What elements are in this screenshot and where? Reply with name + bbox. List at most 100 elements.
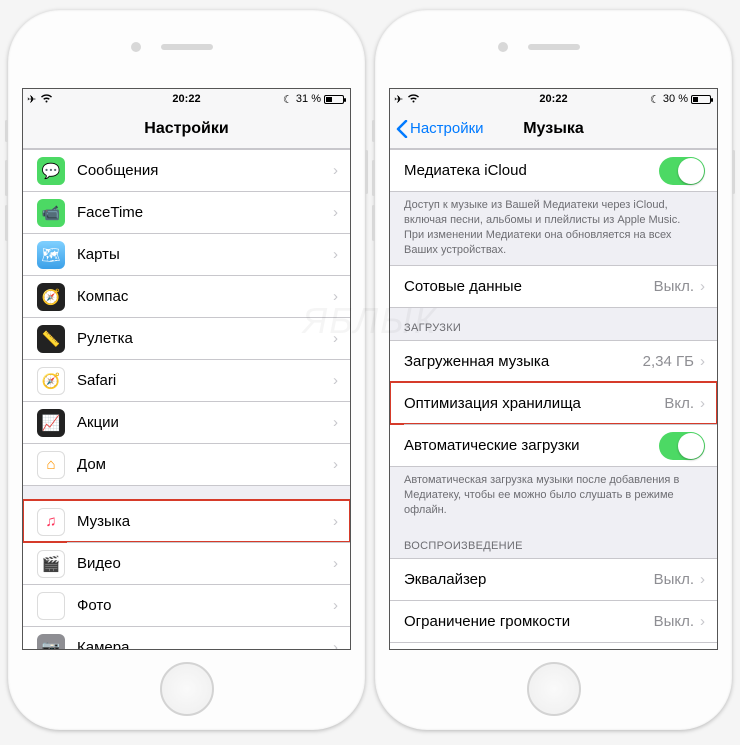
chevron-right-icon: ›	[333, 330, 338, 347]
battery-percent: 30 %	[663, 93, 688, 105]
airplane-icon: ✈︎	[394, 93, 403, 106]
battery-icon	[324, 95, 344, 104]
row-sound-check[interactable]: Коррекция громкости	[390, 642, 717, 649]
row-label: Сообщения	[77, 162, 333, 179]
row-stocks[interactable]: 📈Акции›	[23, 401, 350, 443]
chevron-right-icon: ›	[333, 246, 338, 263]
row-label: Загруженная музыка	[404, 353, 643, 370]
wifi-icon	[40, 93, 53, 106]
row-camera[interactable]: 📷 Камера›	[23, 626, 350, 649]
music-icon: ♫	[37, 508, 65, 536]
toggle-auto-downloads[interactable]	[659, 432, 705, 460]
row-home[interactable]: ⌂Дом›	[23, 443, 350, 485]
chevron-right-icon: ›	[333, 639, 338, 649]
status-bar: ✈︎ 20:22 ☾ 30 %	[390, 89, 717, 109]
camera-icon: 📷	[37, 634, 65, 650]
row-photos[interactable]: ✿ Фото›	[23, 584, 350, 626]
chevron-right-icon: ›	[700, 353, 705, 370]
row-label: Рулетка	[77, 330, 333, 347]
maps-icon: 🗺	[37, 241, 65, 269]
chevron-right-icon: ›	[700, 278, 705, 295]
row-value: Вкл.	[664, 395, 694, 412]
volume-up	[372, 160, 375, 196]
row-measure[interactable]: 📏Рулетка›	[23, 317, 350, 359]
row-auto-downloads[interactable]: Автоматические загрузки	[390, 424, 717, 466]
compass-icon: 🧭	[37, 283, 65, 311]
phone-left: ✈︎ 20:22 ☾ 31 % Настройки 💬Сообщения›📹Fa…	[8, 10, 365, 730]
downloads-header: ЗАГРУЗКИ	[390, 308, 717, 340]
nav-bar: Настройки	[23, 109, 350, 149]
row-downloaded-music[interactable]: Загруженная музыка 2,34 ГБ ›	[390, 340, 717, 382]
chevron-right-icon: ›	[333, 597, 338, 614]
battery-icon	[691, 95, 711, 104]
row-label: Дом	[77, 456, 333, 473]
speaker-slot	[161, 44, 213, 50]
row-cellular[interactable]: Сотовые данные Выкл. ›	[390, 265, 717, 307]
moon-icon: ☾	[650, 93, 660, 106]
screen-settings: ✈︎ 20:22 ☾ 31 % Настройки 💬Сообщения›📹Fa…	[22, 88, 351, 650]
status-bar: ✈︎ 20:22 ☾ 31 %	[23, 89, 350, 109]
row-label: Фото	[77, 597, 333, 614]
toggle-icloud[interactable]	[659, 157, 705, 185]
row-value: 2,34 ГБ	[643, 353, 694, 370]
home-icon: ⌂	[37, 451, 65, 479]
chevron-left-icon	[396, 120, 408, 138]
row-volume-limit[interactable]: Ограничение громкости Выкл. ›	[390, 600, 717, 642]
chevron-right-icon: ›	[333, 162, 338, 179]
power-button	[365, 150, 368, 194]
safari-icon: 🧭	[37, 367, 65, 395]
music-settings-list[interactable]: Медиатека iCloud Доступ к музыке из Ваше…	[390, 149, 717, 649]
row-label: Сотовые данные	[404, 278, 654, 295]
chevron-right-icon: ›	[700, 613, 705, 630]
phone-right: ✈︎ 20:22 ☾ 30 % Настройки Музыка	[375, 10, 732, 730]
chevron-right-icon: ›	[700, 395, 705, 412]
chevron-right-icon: ›	[333, 414, 338, 431]
mute-switch	[5, 120, 8, 142]
row-safari[interactable]: 🧭Safari›	[23, 359, 350, 401]
airplane-icon: ✈︎	[27, 93, 36, 106]
row-label: Музыка	[77, 513, 333, 530]
volume-down	[372, 205, 375, 241]
icloud-footer: Доступ к музыке из Вашей Медиатеки через…	[390, 192, 717, 265]
moon-icon: ☾	[283, 93, 293, 106]
power-button	[732, 150, 735, 194]
row-video[interactable]: 🎬Видео›	[23, 542, 350, 584]
front-camera	[131, 42, 141, 52]
row-maps[interactable]: 🗺Карты›	[23, 233, 350, 275]
nav-bar: Настройки Музыка	[390, 109, 717, 149]
row-value: Выкл.	[654, 613, 694, 630]
row-label: Камера	[77, 639, 333, 649]
row-label: Медиатека iCloud	[404, 162, 659, 179]
row-music[interactable]: ♫Музыка›	[23, 500, 350, 542]
auto-dl-footer: Автоматическая загрузка музыки после доб…	[390, 467, 717, 526]
row-facetime[interactable]: 📹 FaceTime›	[23, 191, 350, 233]
row-label: Ограничение громкости	[404, 613, 654, 630]
messages-icon: 💬	[37, 157, 65, 185]
facetime-icon: 📹	[37, 199, 65, 227]
row-optimize-storage[interactable]: Оптимизация хранилища Вкл. ›	[390, 382, 717, 424]
row-eq[interactable]: Эквалайзер Выкл. ›	[390, 558, 717, 600]
chevron-right-icon: ›	[333, 555, 338, 572]
settings-list[interactable]: 💬Сообщения›📹FaceTime›🗺Карты›🧭Компас›📏Рул…	[23, 149, 350, 649]
row-label: Эквалайзер	[404, 571, 654, 588]
row-messages[interactable]: 💬 Сообщения›	[23, 149, 350, 191]
photos-icon: ✿	[37, 592, 65, 620]
battery-percent: 31 %	[296, 93, 321, 105]
row-label: Видео	[77, 555, 333, 572]
row-label: Автоматические загрузки	[404, 437, 659, 454]
row-value: Выкл.	[654, 278, 694, 295]
row-compass[interactable]: 🧭Компас›	[23, 275, 350, 317]
home-button[interactable]	[527, 662, 581, 716]
row-label: Safari	[77, 372, 333, 389]
row-label: Оптимизация хранилища	[404, 395, 664, 412]
page-title: Настройки	[144, 120, 228, 138]
row-value: Выкл.	[654, 571, 694, 588]
back-label: Настройки	[410, 120, 484, 137]
stocks-icon: 📈	[37, 409, 65, 437]
row-icloud-library[interactable]: Медиатека iCloud	[390, 149, 717, 191]
home-button[interactable]	[160, 662, 214, 716]
status-time: 20:22	[539, 93, 567, 105]
chevron-right-icon: ›	[333, 204, 338, 221]
back-button[interactable]: Настройки	[396, 109, 484, 148]
row-label: FaceTime	[77, 204, 333, 221]
